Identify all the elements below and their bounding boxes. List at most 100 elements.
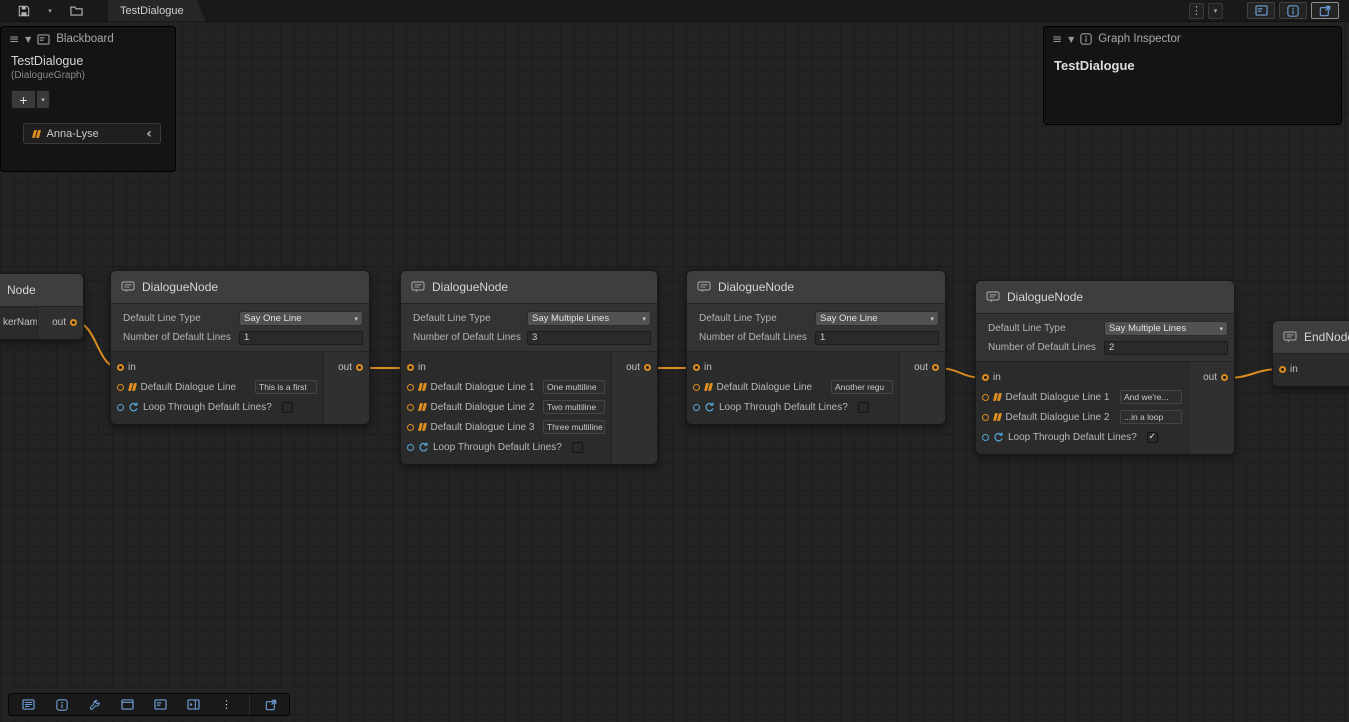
in-port[interactable]: [1279, 366, 1286, 373]
dialogue4-node[interactable]: DialogueNodeDefault Line TypeSay Multipl…: [975, 280, 1235, 455]
number-of-default-lines-field[interactable]: 3: [527, 331, 651, 345]
inspector-graph-name: TestDialogue: [1044, 49, 1341, 73]
dialogue-line-port[interactable]: [407, 424, 414, 431]
info-square-icon: [1287, 5, 1299, 17]
in-port[interactable]: [117, 364, 124, 371]
field-expand-chevron-icon[interactable]: ‹: [146, 127, 152, 141]
inspector-title: Graph Inspector: [1098, 33, 1180, 45]
toggle-preview-button[interactable]: [1311, 2, 1339, 19]
loop-port[interactable]: [693, 404, 700, 411]
number-of-default-lines-field[interactable]: 1: [239, 331, 363, 345]
node-title-bar[interactable]: DialogueNode: [401, 271, 657, 304]
node-title-bar[interactable]: DialogueNode: [111, 271, 369, 304]
toggle-inspector-button[interactable]: [1279, 2, 1307, 19]
dialogue1-node[interactable]: DialogueNodeDefault Line TypeSay One Lin…: [110, 270, 370, 425]
collapse-caret-icon[interactable]: ▼: [25, 35, 31, 44]
more-button[interactable]: ⋮: [211, 695, 242, 714]
collapse-caret-icon[interactable]: ▼: [1068, 35, 1074, 44]
dialogue-line-field[interactable]: Another regu: [831, 380, 893, 394]
toggle-blackboard-button[interactable]: [1247, 2, 1275, 19]
graph-tab[interactable]: TestDialogue: [108, 0, 206, 22]
out-port[interactable]: [70, 319, 77, 326]
save-button[interactable]: [14, 2, 34, 20]
blackboard-panel-button[interactable]: [145, 695, 176, 714]
out-port[interactable]: [644, 364, 651, 371]
add-field-dropdown[interactable]: ▾: [37, 90, 50, 109]
node-type-icon: [121, 281, 135, 294]
node-type-icon: [697, 281, 711, 294]
default-line-type-dropdown[interactable]: Say Multiple Lines▾: [1104, 321, 1228, 336]
dialogue-line-field[interactable]: And we're...: [1120, 390, 1182, 404]
property-label: Number of Default Lines: [693, 332, 815, 343]
loop-checkbox[interactable]: [282, 402, 293, 413]
out-port-label: out: [626, 362, 640, 373]
out-port-label: out: [1203, 372, 1217, 383]
loop-label: Loop Through Default Lines?: [1008, 432, 1137, 443]
folder-icon: [70, 5, 83, 17]
caret-icon: ▾: [1214, 7, 1218, 15]
dialogue-line-field[interactable]: Two multiline: [543, 400, 605, 414]
loop-port[interactable]: [117, 404, 124, 411]
end-node[interactable]: EndNodein: [1272, 320, 1349, 387]
loop-checkbox[interactable]: [858, 402, 869, 413]
overflow-dropdown-button[interactable]: ▾: [1208, 3, 1223, 19]
dialogue-line-port[interactable]: [982, 414, 989, 421]
default-line-type-dropdown[interactable]: Say One Line▾: [239, 311, 363, 326]
console-button[interactable]: [13, 695, 44, 714]
node-title-bar[interactable]: DialogueNode: [976, 281, 1234, 314]
node-title-label: Node: [7, 283, 36, 297]
default-line-type-dropdown[interactable]: Say One Line▾: [815, 311, 939, 326]
default-line-type-dropdown[interactable]: Say Multiple Lines▾: [527, 311, 651, 326]
blackboard-field-anna-lyse[interactable]: Anna-Lyse ‹: [23, 123, 161, 144]
window-button[interactable]: [112, 695, 143, 714]
quote-icon: [993, 413, 1002, 421]
hamburger-icon[interactable]: ≡: [1052, 33, 1062, 45]
dialogue-line-port[interactable]: [693, 384, 700, 391]
preview-panel-button[interactable]: [178, 695, 209, 714]
out-port[interactable]: [932, 364, 939, 371]
quote-icon: [128, 383, 137, 391]
caret-icon: ▾: [48, 7, 52, 15]
loop-port[interactable]: [407, 444, 414, 451]
open-editor-button[interactable]: [249, 695, 285, 714]
tools-button[interactable]: [79, 695, 110, 714]
node-type-icon: [986, 291, 1000, 304]
number-of-default-lines-field[interactable]: 1: [815, 331, 939, 345]
out-port[interactable]: [356, 364, 363, 371]
node-title-bar[interactable]: Node: [0, 274, 83, 307]
dialogue-line-port[interactable]: [117, 384, 124, 391]
speaker-node[interactable]: NodekerNameout: [0, 273, 84, 340]
blackboard-header[interactable]: ≡ ▼ Blackboard: [1, 27, 175, 49]
loop-icon: [128, 402, 139, 413]
dialogue-line-field[interactable]: Three multiline: [543, 420, 605, 434]
dialogue-line-port[interactable]: [407, 404, 414, 411]
in-port[interactable]: [693, 364, 700, 371]
graph-tab-label: TestDialogue: [120, 5, 184, 17]
node-title-bar[interactable]: EndNode: [1273, 321, 1349, 354]
dialogue-line-port[interactable]: [407, 384, 414, 391]
hamburger-icon[interactable]: ≡: [9, 33, 19, 45]
inspector-header[interactable]: ≡ ▼ Graph Inspector: [1044, 27, 1341, 49]
overflow-menu-button[interactable]: ⋮: [1189, 3, 1204, 19]
dialogue3-node[interactable]: DialogueNodeDefault Line TypeSay One Lin…: [686, 270, 946, 425]
loop-port[interactable]: [982, 434, 989, 441]
chevron-down-icon: ▾: [1219, 325, 1223, 333]
inspector-panel-button[interactable]: [46, 695, 77, 714]
dialogue-line-field[interactable]: One multiline: [543, 380, 605, 394]
in-port[interactable]: [407, 364, 414, 371]
loop-checkbox[interactable]: [572, 442, 583, 453]
out-port-label: out: [914, 362, 928, 373]
dialogue-line-port[interactable]: [982, 394, 989, 401]
save-dropdown-button[interactable]: ▾: [40, 2, 60, 20]
node-title-bar[interactable]: DialogueNode: [687, 271, 945, 304]
open-asset-button[interactable]: [66, 2, 86, 20]
dialogue2-node[interactable]: DialogueNodeDefault Line TypeSay Multipl…: [400, 270, 658, 465]
add-field-button[interactable]: +: [11, 90, 36, 109]
out-port[interactable]: [1221, 374, 1228, 381]
in-port[interactable]: [982, 374, 989, 381]
loop-checkbox[interactable]: ✓: [1147, 432, 1158, 443]
info-square-icon: [56, 699, 68, 711]
dialogue-line-field[interactable]: ...in a loop: [1120, 410, 1182, 424]
number-of-default-lines-field[interactable]: 2: [1104, 341, 1228, 355]
dialogue-line-field[interactable]: This is a first: [255, 380, 317, 394]
